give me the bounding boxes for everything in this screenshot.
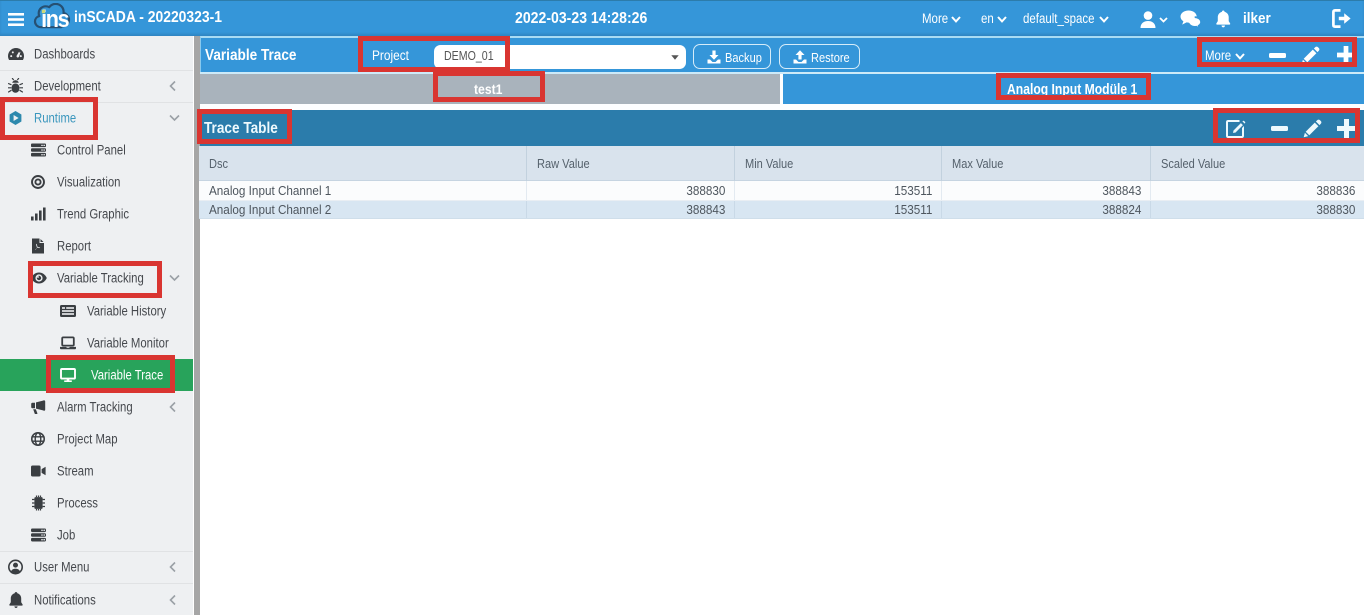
svg-text:ins: ins [41,5,69,30]
